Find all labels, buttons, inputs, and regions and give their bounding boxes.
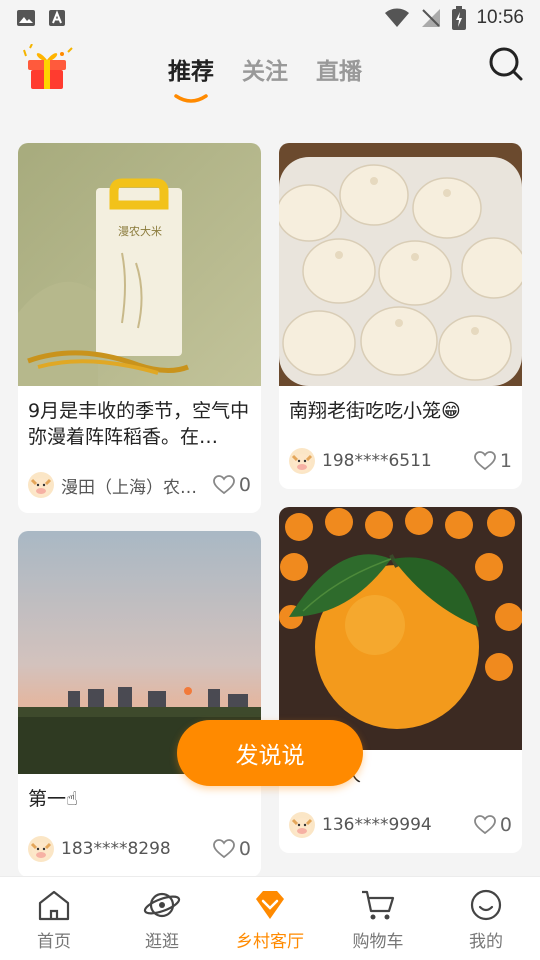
- like-button[interactable]: 1: [474, 450, 512, 472]
- no-signal-icon: [422, 9, 441, 27]
- diamond-icon: [256, 891, 284, 919]
- avatar[interactable]: [289, 448, 315, 474]
- cow-avatar-icon: [30, 478, 52, 496]
- tab-recommend[interactable]: 推荐: [168, 52, 214, 103]
- wifi-icon: [385, 8, 410, 27]
- like-count: 1: [499, 450, 512, 472]
- nav-village-lounge[interactable]: 乡村客厅: [216, 877, 324, 960]
- like-count: 0: [238, 474, 251, 496]
- post-status-button[interactable]: 发说说: [177, 720, 363, 786]
- heart-icon: [474, 815, 496, 835]
- tab-follow[interactable]: 关注: [242, 52, 288, 86]
- svg-text:漫农大米: 漫农大米: [118, 224, 162, 238]
- status-bar: 10:56: [0, 0, 540, 36]
- post-card[interactable]: 漫农大米 9月是丰收的季节，空气中弥漫着阵阵稻香。在… 漫田（上海）农… 0: [18, 143, 261, 513]
- active-tab-indicator: [174, 94, 208, 103]
- avatar[interactable]: [28, 472, 54, 498]
- heart-icon: [474, 451, 496, 471]
- like-button[interactable]: 0: [213, 838, 251, 860]
- post-title: 9月是丰收的季节，空气中弥漫着阵阵稻香。在…: [28, 400, 250, 448]
- orange-photo: [279, 507, 522, 750]
- soup-dumplings-photo: [279, 143, 522, 386]
- nav-home-label: 首页: [37, 932, 71, 952]
- post-author[interactable]: 183****8298: [61, 839, 171, 859]
- rice-package-photo: 漫农大米: [18, 143, 261, 386]
- image-notification-icon: [17, 10, 35, 26]
- post-meta: 183****8298 0: [28, 835, 251, 863]
- post-meta: 198****6511 1: [289, 447, 512, 475]
- avatar[interactable]: [28, 836, 54, 862]
- search-icon[interactable]: [488, 46, 524, 82]
- home-icon: [38, 890, 70, 921]
- gift-icon[interactable]: [20, 44, 74, 90]
- post-meta: 136****9994 0: [289, 811, 512, 839]
- post-card[interactable]: 南翔老街吃吃小笼😁 198****6511 1: [279, 143, 522, 489]
- like-button[interactable]: 0: [474, 814, 512, 836]
- battery-charging-icon: [452, 6, 467, 30]
- heart-icon: [213, 475, 235, 495]
- nav-cart-label: 购物车: [352, 932, 404, 952]
- post-author[interactable]: 136****9994: [322, 815, 432, 835]
- smile-icon: [470, 889, 502, 921]
- nav-explore-label: 逛逛: [145, 932, 179, 952]
- status-time: 10:56: [476, 7, 524, 28]
- nav-home[interactable]: 首页: [0, 877, 108, 960]
- like-count: 0: [238, 838, 251, 860]
- post-status-label: 发说说: [235, 743, 305, 769]
- nav-cart[interactable]: 购物车: [324, 877, 432, 960]
- tab-follow-label: 关注: [242, 59, 288, 85]
- avatar[interactable]: [289, 812, 315, 838]
- nav-explore[interactable]: 逛逛: [108, 877, 216, 960]
- like-count: 0: [499, 814, 512, 836]
- cart-icon: [362, 890, 395, 920]
- post-card[interactable]: 第一☝ 183****8298 0: [18, 531, 261, 877]
- like-button[interactable]: 0: [213, 474, 251, 496]
- post-author[interactable]: 198****6511: [322, 451, 432, 471]
- text-notification-icon: [49, 10, 65, 26]
- tab-recommend-label: 推荐: [168, 59, 214, 85]
- tab-live-label: 直播: [316, 59, 362, 85]
- tab-live[interactable]: 直播: [316, 52, 362, 86]
- bottom-nav: 首页 逛逛 乡村客厅 购物车 我的: [0, 876, 540, 960]
- feed-tabs: 推荐 关注 直播: [168, 52, 362, 103]
- cow-avatar-icon: [291, 818, 313, 836]
- post-card[interactable]: 美人 136****9994 0: [279, 507, 522, 853]
- post-title: 南翔老街吃吃小笼😁: [289, 400, 461, 422]
- cow-avatar-icon: [30, 842, 52, 860]
- nav-village-lounge-label: 乡村客厅: [236, 932, 304, 952]
- post-meta: 漫田（上海）农… 0: [28, 471, 251, 499]
- post-author[interactable]: 漫田（上海）农…: [61, 473, 197, 498]
- post-title: 第一☝: [28, 788, 78, 810]
- nav-profile-label: 我的: [469, 932, 503, 952]
- cow-avatar-icon: [291, 454, 313, 472]
- nav-profile[interactable]: 我的: [432, 877, 540, 960]
- top-nav: 推荐 关注 直播: [0, 36, 540, 108]
- planet-icon: [143, 892, 181, 918]
- heart-icon: [213, 839, 235, 859]
